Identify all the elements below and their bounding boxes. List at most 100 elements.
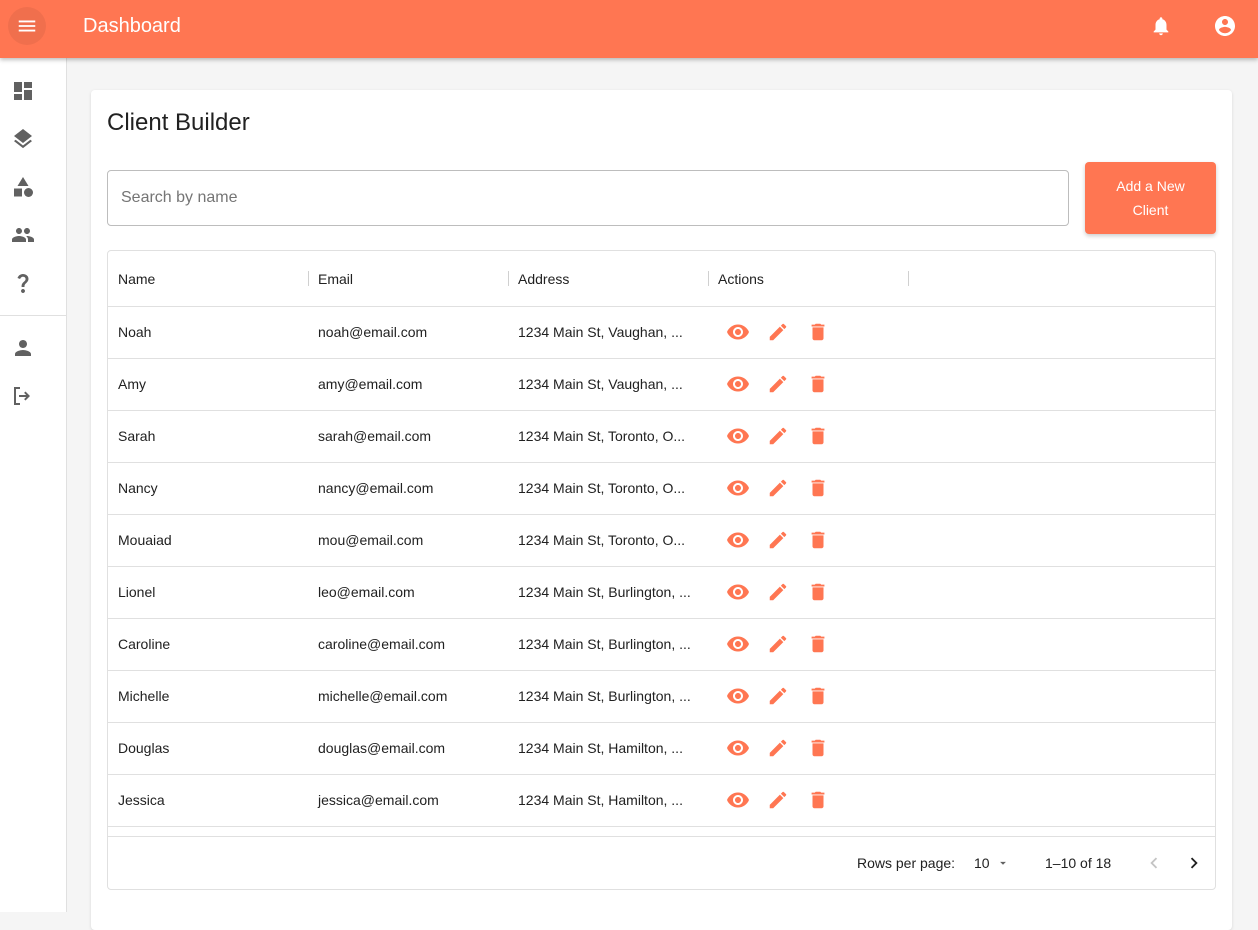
sidebar-item-logout[interactable] [10,383,36,409]
menu-button[interactable] [8,7,46,45]
table-row[interactable]: Caroline caroline@email.com 1234 Main St… [108,619,1215,671]
delete-button[interactable] [806,788,830,812]
delete-button[interactable] [806,580,830,604]
cell-address: 1234 Main St, Toronto, O... [518,480,686,496]
cell-address: 1234 Main St, Hamilton, ... [518,740,683,756]
view-button[interactable] [726,528,750,552]
chevron-right-icon [1190,857,1198,869]
view-button[interactable] [726,372,750,396]
trash-icon [811,739,825,757]
layers-icon [14,129,32,149]
trash-icon [811,479,825,497]
cell-address: 1234 Main St, Toronto, O... [518,428,686,444]
account-circle-icon [1215,16,1235,36]
delete-button[interactable] [806,320,830,344]
eye-icon [727,376,749,392]
trash-icon [811,583,825,601]
person-icon [15,340,31,356]
cell-name: Lionel [118,584,156,600]
sidebar-item-profile[interactable] [10,335,36,361]
view-button[interactable] [726,424,750,448]
view-button[interactable] [726,736,750,760]
cell-name: Jessica [118,792,165,808]
edit-button[interactable] [766,372,790,396]
pencil-icon [769,791,787,809]
table-row[interactable]: Sarah sarah@email.com 1234 Main St, Toro… [108,411,1215,463]
cell-address: 1234 Main St, Vaughan, ... [518,324,683,340]
view-button[interactable] [726,476,750,500]
column-header-address[interactable]: Address [508,251,569,307]
next-page-button[interactable] [1182,851,1206,875]
trash-icon [811,375,825,393]
edit-button[interactable] [766,632,790,656]
previous-page-button[interactable] [1142,851,1166,875]
table-row[interactable]: Amy amy@email.com 1234 Main St, Vaughan,… [108,359,1215,411]
menu-icon [18,20,36,32]
delete-button[interactable] [806,476,830,500]
help-icon [17,274,29,293]
notifications-button[interactable] [1147,12,1175,40]
cell-email: mou@email.com [318,532,424,548]
table-row[interactable]: Michelle michelle@email.com 1234 Main St… [108,671,1215,723]
column-separator[interactable] [908,271,909,286]
column-header-email[interactable]: Email [308,251,353,307]
dashboard-icon [14,82,32,100]
edit-button[interactable] [766,476,790,500]
edit-button[interactable] [766,684,790,708]
cell-address: 1234 Main St, Hamilton, ... [518,792,683,808]
sidebar-item-dashboard[interactable] [10,78,36,104]
trash-icon [811,323,825,341]
pencil-icon [769,375,787,393]
sidebar [0,58,67,912]
pencil-icon [769,427,787,445]
rows-per-page-value: 10 [974,855,990,871]
table-row[interactable]: Jessica jessica@email.com 1234 Main St, … [108,775,1215,827]
rows-per-page-label: Rows per page: [857,855,956,871]
delete-button[interactable] [806,528,830,552]
view-button[interactable] [726,684,750,708]
eye-icon [727,428,749,444]
cell-email: douglas@email.com [318,740,446,756]
pencil-icon [769,323,787,341]
account-button[interactable] [1211,12,1239,40]
delete-button[interactable] [806,684,830,708]
cell-name: Noah [118,324,152,340]
delete-button[interactable] [806,372,830,396]
delete-button[interactable] [806,736,830,760]
pencil-icon [769,635,787,653]
view-button[interactable] [726,580,750,604]
table-row[interactable]: Noah noah@email.com 1234 Main St, Vaugha… [108,307,1215,359]
column-header-name[interactable]: Name [108,251,155,307]
table-body: Noah noah@email.com 1234 Main St, Vaugha… [108,307,1215,836]
add-client-button[interactable]: Add a New Client [1085,162,1216,234]
table-row[interactable]: Douglas douglas@email.com 1234 Main St, … [108,723,1215,775]
edit-button[interactable] [766,580,790,604]
rows-per-page-select[interactable]: 10 [974,851,1010,875]
delete-button[interactable] [806,632,830,656]
table-row[interactable]: Nancy nancy@email.com 1234 Main St, Toro… [108,463,1215,515]
view-button[interactable] [726,788,750,812]
pencil-icon [769,583,787,601]
view-button[interactable] [726,320,750,344]
sidebar-item-layers[interactable] [10,126,36,152]
table-row[interactable]: Lionel leo@email.com 1234 Main St, Burli… [108,567,1215,619]
view-button[interactable] [726,632,750,656]
eye-icon [727,480,749,496]
people-icon [12,228,34,242]
pencil-icon [769,479,787,497]
delete-button[interactable] [806,424,830,448]
table-row[interactable]: Mouaiad mou@email.com 1234 Main St, Toro… [108,515,1215,567]
eye-icon [727,792,749,808]
edit-button[interactable] [766,736,790,760]
column-header-actions: Actions [718,271,764,287]
edit-button[interactable] [766,528,790,552]
cell-address: 1234 Main St, Burlington, ... [518,636,691,652]
search-input[interactable] [107,170,1069,226]
edit-button[interactable] [766,320,790,344]
sidebar-item-help[interactable] [10,270,36,296]
sidebar-item-clients[interactable] [10,222,36,248]
edit-button[interactable] [766,788,790,812]
edit-button[interactable] [766,424,790,448]
sidebar-item-category[interactable] [10,174,36,200]
eye-icon [727,324,749,340]
